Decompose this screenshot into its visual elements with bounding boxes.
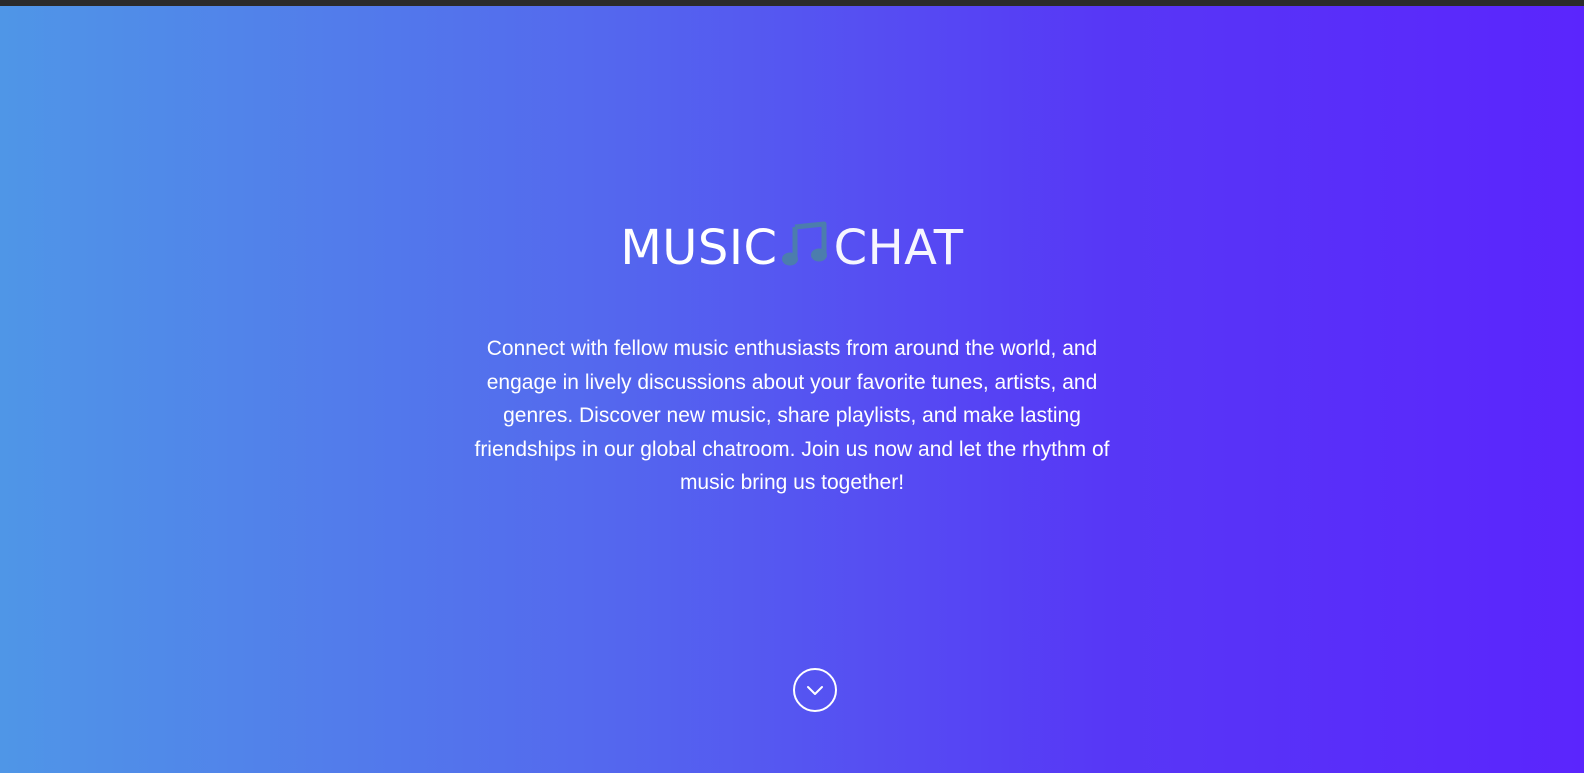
hero-section: MUSIC CHAT Connect with fellow music ent… bbox=[0, 6, 1584, 773]
site-title-secondary: CHAT bbox=[833, 220, 964, 277]
music-note-icon bbox=[781, 221, 827, 266]
site-title-primary: MUSIC bbox=[620, 220, 778, 277]
site-title: MUSIC CHAT bbox=[0, 218, 1584, 277]
scroll-down-button[interactable] bbox=[793, 668, 837, 712]
chevron-down-icon bbox=[807, 686, 823, 695]
hero-description: Connect with fellow music enthusiasts fr… bbox=[474, 337, 1110, 494]
